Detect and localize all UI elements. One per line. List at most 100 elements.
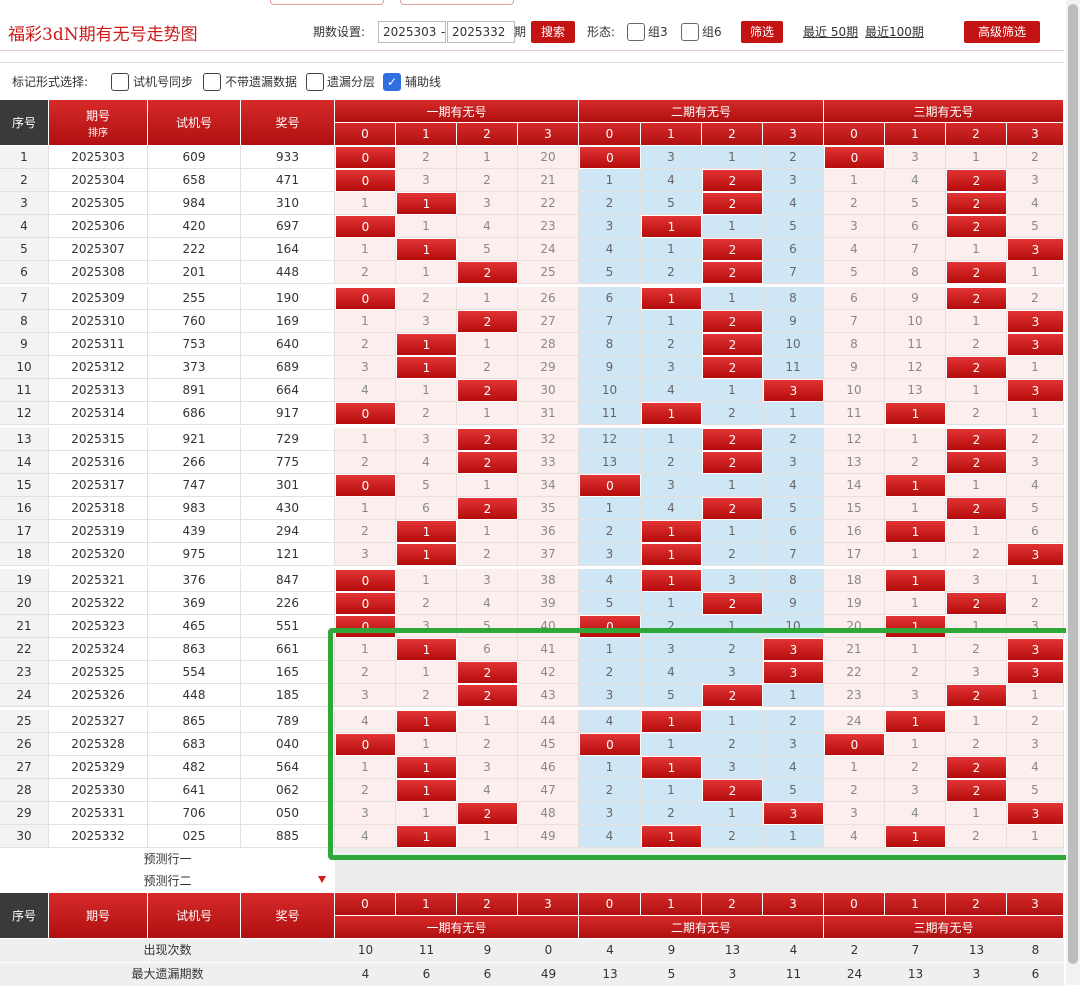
- cell-g3-d0: 14: [824, 474, 885, 497]
- cell-prize: 050: [241, 802, 335, 825]
- table-row: 19 2025321 376 847 0 1 3 38 4 1 3 8 18 1 3 1: [0, 569, 1064, 592]
- cell-g2-d0: 13: [579, 451, 641, 474]
- period-end-input[interactable]: 2025332: [447, 21, 515, 43]
- cell-g1-d1: 3: [396, 169, 457, 192]
- recent50-link[interactable]: 最近 50期: [803, 21, 858, 43]
- cell-g1-d1: 1: [396, 379, 457, 402]
- cell-prize: 121: [241, 543, 335, 566]
- cell-g2-d2: 1: [702, 287, 763, 310]
- cell-g2-d3: 3: [763, 638, 824, 661]
- cell-seq: 23: [0, 661, 49, 684]
- cell-g3-d2: 1: [946, 379, 1007, 402]
- cell-prize: 664: [241, 379, 335, 402]
- cell-g3-d2: 3: [946, 569, 1007, 592]
- cell-g3-d1: 1: [885, 402, 946, 425]
- cell-g1-d3: 46: [518, 756, 579, 779]
- cell-period: 2025310: [49, 310, 148, 333]
- cell-g1-d3: 25: [518, 261, 579, 284]
- predict-row-1[interactable]: 预测行一: [0, 848, 1064, 871]
- predict-row-1-cells[interactable]: [335, 848, 1064, 871]
- filter-button[interactable]: 筛选: [741, 21, 783, 43]
- cell-g2-d1: 4: [641, 661, 702, 684]
- cell-g2-d2: 2: [702, 779, 763, 802]
- header-digit-g2-1: 1: [641, 123, 702, 146]
- cell-g1-d3: 47: [518, 779, 579, 802]
- cell-seq: 15: [0, 474, 49, 497]
- cell-trial: 482: [148, 756, 241, 779]
- predict-row-2[interactable]: 预测行二: [0, 870, 1064, 893]
- cell-g3-d1: 1: [885, 497, 946, 520]
- header-digit-g1-1: 1: [396, 123, 457, 146]
- form-label: 形态:: [587, 25, 616, 39]
- option-checkbox-sync[interactable]: [111, 73, 129, 91]
- recent100-link[interactable]: 最近100期: [865, 21, 924, 43]
- cell-g3-d2: 2: [946, 261, 1007, 284]
- cell-g1-d1: 1: [396, 779, 457, 802]
- cell-g1-d0: 1: [335, 497, 396, 520]
- vertical-scrollbar[interactable]: [1066, 0, 1080, 985]
- cell-seq: 16: [0, 497, 49, 520]
- stat-max-miss-value: 4: [361, 967, 370, 981]
- cell-g3-d0: 0: [824, 733, 885, 756]
- group3-checkbox[interactable]: [627, 23, 645, 41]
- cell-g3-d2: 1: [946, 615, 1007, 638]
- footer-digit-g2-3: 3: [763, 893, 824, 916]
- cell-g2-d3: 10: [763, 615, 824, 638]
- cell-g2-d0: 4: [579, 710, 641, 733]
- cell-g1-d2: 2: [457, 733, 518, 756]
- stat-appear-value: 11: [418, 943, 435, 957]
- cell-seq: 4: [0, 215, 49, 238]
- header-period[interactable]: 期号 排序: [49, 100, 148, 146]
- cell-trial: 706: [148, 802, 241, 825]
- table-row: 28 2025330 641 062 2 1 4 47 2 1 2 5 2 3 2 5: [0, 779, 1064, 802]
- advanced-filter-button[interactable]: 高级筛选: [964, 21, 1040, 43]
- cell-g2-d2: 2: [702, 684, 763, 707]
- cell-g1-d1: 1: [396, 543, 457, 566]
- cell-g2-d2: 1: [702, 710, 763, 733]
- cell-prize: 310: [241, 192, 335, 215]
- option-checkbox-guide[interactable]: ✓: [383, 73, 401, 91]
- table-row: 9 2025311 753 640 2 1 1 28 8 2 2 10 8 11 2 3: [0, 333, 1064, 356]
- tab-hint-left[interactable]: [270, 0, 384, 5]
- mark-options-label: 标记形式选择:: [12, 75, 89, 89]
- stat-appear-value: 2: [850, 943, 859, 957]
- footer-header-seq: 序号: [0, 893, 49, 939]
- cell-g1-d3: 38: [518, 569, 579, 592]
- cell-g2-d0: 9: [579, 356, 641, 379]
- cell-g1-d1: 5: [396, 474, 457, 497]
- cell-period: 2025311: [49, 333, 148, 356]
- arrow-down-icon[interactable]: [318, 876, 326, 883]
- cell-g1-d2: 1: [457, 520, 518, 543]
- header-digit-g2-0: 0: [579, 123, 641, 146]
- tab-hint-right[interactable]: [400, 0, 514, 5]
- stat-appear-value: 8: [1031, 943, 1040, 957]
- cell-g3-d1: 1: [885, 825, 946, 848]
- group6-checkbox[interactable]: [681, 23, 699, 41]
- cell-trial: 420: [148, 215, 241, 238]
- search-button[interactable]: 搜索: [531, 21, 575, 43]
- scrollbar-thumb[interactable]: [1068, 4, 1078, 964]
- option-checkbox-nomiss[interactable]: [203, 73, 221, 91]
- stat-appear-label: 出现次数: [143, 943, 192, 957]
- cell-g2-d0: 12: [579, 428, 641, 451]
- period-start-input[interactable]: 2025303: [378, 21, 446, 43]
- option-checkbox-layer[interactable]: [306, 73, 324, 91]
- cell-seq: 24: [0, 684, 49, 707]
- cell-g3-d1: 3: [885, 684, 946, 707]
- cell-prize: 226: [241, 592, 335, 615]
- cell-g3-d2: 2: [946, 733, 1007, 756]
- cell-g3-d3: 3: [1007, 661, 1064, 684]
- predict-row-2-cells[interactable]: [335, 870, 1064, 893]
- cell-g3-d1: 1: [885, 543, 946, 566]
- cell-g1-d3: 48: [518, 802, 579, 825]
- cell-g2-d2: 1: [702, 520, 763, 543]
- header-sort-label[interactable]: 排序: [88, 124, 108, 139]
- cell-seq: 8: [0, 310, 49, 333]
- cell-g2-d2: 1: [702, 802, 763, 825]
- cell-prize: 190: [241, 287, 335, 310]
- cell-trial: 222: [148, 238, 241, 261]
- cell-g2-d0: 0: [579, 615, 641, 638]
- cell-g1-d0: 0: [335, 402, 396, 425]
- cell-g2-d3: 3: [763, 169, 824, 192]
- footer-group1: 一期有无号: [335, 916, 579, 939]
